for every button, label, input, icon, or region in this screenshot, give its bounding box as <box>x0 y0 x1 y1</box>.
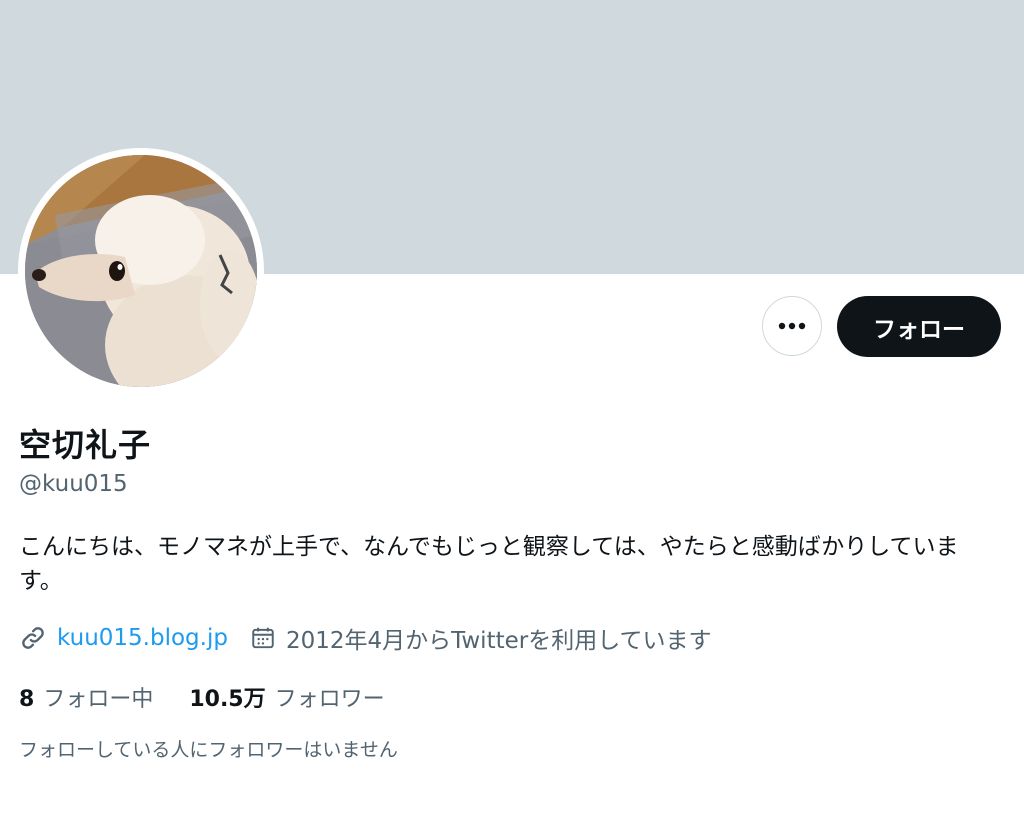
avatar-photo <box>25 155 257 387</box>
profile-meta: kuu015.blog.jp 2012年4月からTwitterを利用しています <box>19 621 712 655</box>
more-horizontal-icon <box>778 322 806 330</box>
joined-date: 2012年4月からTwitterを利用しています <box>285 628 712 654</box>
followers-stat[interactable]: 10.5万 フォロワー <box>189 681 384 713</box>
profile-bio: こんにちは、モノマネが上手で、なんでもじっと観察しては、やたらと感動ばかりしてい… <box>19 534 959 594</box>
avatar[interactable] <box>25 155 257 387</box>
following-label: フォロー中 <box>43 687 154 712</box>
followers-label: フォロワー <box>274 687 385 712</box>
website-link[interactable]: kuu015.blog.jp <box>57 625 228 651</box>
link-icon <box>22 627 44 649</box>
profile-name: 空切礼子 <box>19 426 152 464</box>
more-options-button[interactable] <box>762 296 822 356</box>
profile-stats: 8 フォロー中 10.5万 フォロワー <box>19 681 385 713</box>
following-stat[interactable]: 8 フォロー中 <box>19 681 153 713</box>
joined-item: 2012年4月からTwitterを利用しています <box>250 621 712 655</box>
follow-button[interactable]: フォロー <box>837 296 1001 357</box>
avatar-ring <box>18 148 264 394</box>
followers-count: 10.5万 <box>189 687 266 712</box>
profile-handle: @kuu015 <box>19 471 128 497</box>
website-item: kuu015.blog.jp <box>19 624 228 652</box>
following-count: 8 <box>19 687 35 712</box>
followers-you-know: フォローしている人にフォロワーはいません <box>19 739 398 761</box>
calendar-icon <box>252 627 274 649</box>
